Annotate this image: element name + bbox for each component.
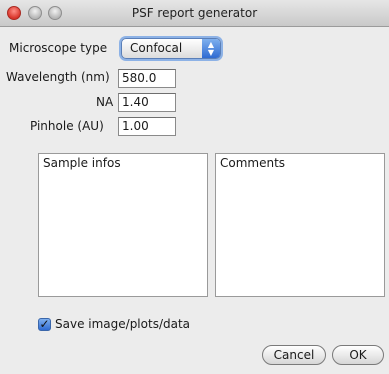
comments-label: Comments [220, 156, 286, 170]
na-label: NA [96, 95, 114, 109]
window-title: PSF report generator [131, 6, 258, 20]
psf-report-dialog: PSF report generator Microscope type Con… [0, 0, 389, 374]
na-field[interactable]: 1.40 [118, 93, 176, 112]
wavelength-field[interactable]: 580.0 [118, 69, 176, 88]
title-bar: PSF report generator [0, 0, 389, 27]
wavelength-label: Wavelength (nm) [6, 70, 110, 84]
microscope-type-label: Microscope type [9, 41, 108, 55]
sample-infos-textarea[interactable]: Sample infos [38, 153, 208, 297]
comments-textarea[interactable]: Comments [215, 153, 385, 297]
checkmark-icon: ✓ [39, 317, 50, 331]
cancel-button[interactable]: Cancel [262, 345, 326, 365]
pinhole-label: Pinhole (AU) [30, 119, 104, 133]
sample-infos-label: Sample infos [43, 156, 121, 170]
microscope-type-value: Confocal [130, 41, 183, 55]
pinhole-field[interactable]: 1.00 [118, 117, 176, 136]
save-checkbox[interactable]: ✓ [38, 318, 51, 331]
save-checkbox-label[interactable]: Save image/plots/data [55, 317, 190, 331]
microscope-type-select[interactable]: Confocal ▲ ▼ [121, 38, 221, 59]
select-arrows-icon: ▲ ▼ [202, 39, 220, 58]
ok-button[interactable]: OK [332, 345, 384, 365]
